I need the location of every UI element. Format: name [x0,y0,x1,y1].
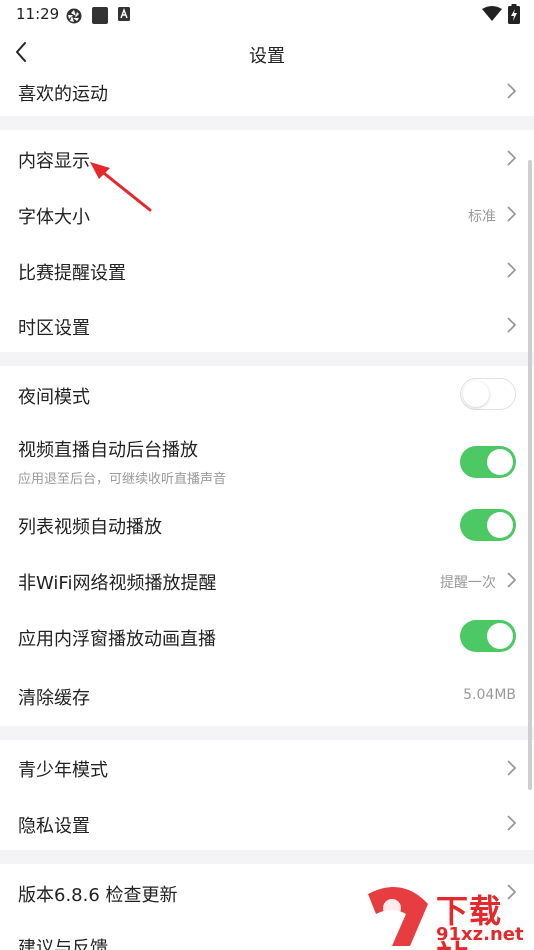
watermark-url: 91xz.net [436,924,524,945]
night-mode-toggle[interactable] [460,378,516,410]
watermark-logo-icon [368,886,428,946]
row-label: 列表视频自动播放 [18,517,162,538]
status-bar: 11:29 [0,0,534,30]
toggle-knob [487,623,513,649]
chevron-right-icon [507,572,517,588]
chevron-right-icon [507,317,517,333]
row-match-reminder[interactable]: 比赛提醒设置 [0,242,534,298]
annotation-arrow-icon [90,162,152,212]
chevron-right-icon [507,206,517,222]
row-non-wifi-reminder[interactable]: 非WiFi网络视频播放提醒 提醒一次 [0,552,534,608]
aperture-icon [66,8,82,24]
row-label: 清除缓存 [18,688,90,709]
row-label: 喜欢的运动 [18,84,108,105]
list-autoplay-toggle[interactable] [460,509,516,541]
page-title: 设置 [249,46,285,67]
section-favorites: 喜欢的运动 [0,74,534,116]
row-label: 夜间模式 [18,387,90,408]
row-label: 应用内浮窗播放动画直播 [18,629,216,650]
chevron-right-icon [507,150,517,166]
scrollbar[interactable] [528,160,532,790]
row-value: 标准 [468,209,496,225]
square-notification-icon [92,7,108,24]
wifi-icon [482,6,502,21]
row-youth-mode[interactable]: 青少年模式 [0,740,534,796]
row-value: 提醒一次 [440,575,496,591]
chevron-right-icon [507,760,517,776]
row-label: 非WiFi网络视频播放提醒 [18,573,217,594]
toggle-knob [487,449,513,475]
row-sublabel: 应用退至后台，可继续收听直播声音 [18,472,227,487]
row-timezone[interactable]: 时区设置 [0,298,534,352]
row-label: 视频直播自动后台播放 [18,440,198,461]
row-label: 时区设置 [18,318,90,339]
cache-size-value: 5.04MB [463,687,516,703]
background-play-toggle[interactable] [460,446,516,478]
title-bar: 设置 [0,30,534,74]
row-favorite-sports[interactable]: 喜欢的运动 [0,74,534,116]
floating-window-toggle[interactable] [460,620,516,652]
chevron-right-icon [507,815,517,831]
row-background-play[interactable]: 视频直播自动后台播放 应用退至后台，可继续收听直播声音 [0,422,534,496]
toggle-knob [463,381,489,407]
row-label: 建议与反馈 [18,938,108,950]
a-notification-icon [118,7,130,21]
row-label: 版本6.8.6 检查更新 [18,885,178,906]
chevron-right-icon [507,262,517,278]
status-time: 11:29 [16,5,60,23]
row-list-autoplay[interactable]: 列表视频自动播放 [0,496,534,552]
row-label: 隐私设置 [18,816,90,837]
section-privacy: 青少年模式 隐私设置 [0,740,534,850]
section-playback: 夜间模式 视频直播自动后台播放 应用退至后台，可继续收听直播声音 列表视频自动播… [0,366,534,726]
row-privacy-settings[interactable]: 隐私设置 [0,796,534,850]
battery-charging-icon [508,4,520,24]
toggle-knob [487,512,513,538]
watermark: 下载站 91xz.net [362,884,534,950]
row-label: 青少年模式 [18,760,108,781]
chevron-right-icon [507,83,517,99]
row-label: 比赛提醒设置 [18,263,126,284]
row-night-mode[interactable]: 夜间模式 [0,366,534,422]
row-clear-cache[interactable]: 清除缓存 5.04MB [0,664,534,726]
row-floating-window[interactable]: 应用内浮窗播放动画直播 [0,608,534,664]
